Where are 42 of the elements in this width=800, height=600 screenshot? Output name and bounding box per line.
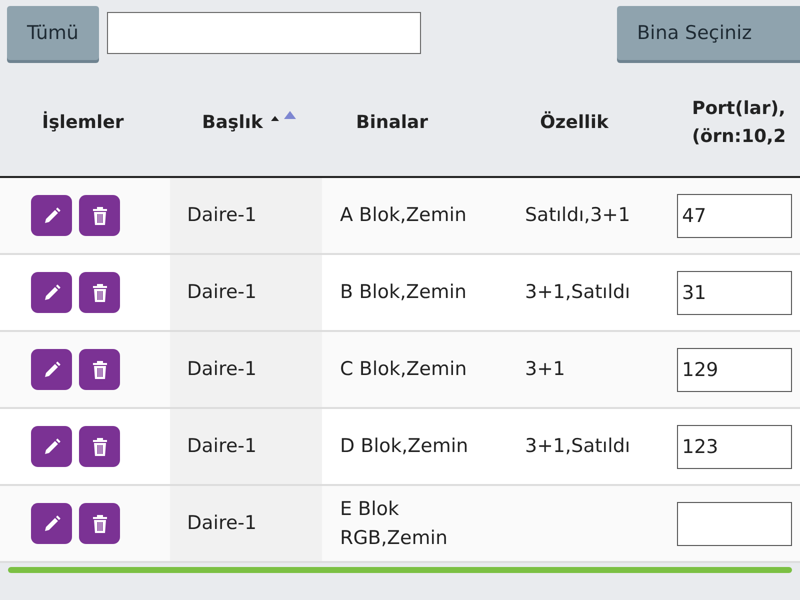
delete-button[interactable] — [79, 426, 120, 467]
edit-button[interactable] — [31, 503, 72, 544]
port-input[interactable]: 47 — [677, 194, 792, 238]
table-cell-text: Daire-1 — [187, 280, 257, 306]
search-field[interactable] — [106, 12, 421, 54]
delete-button[interactable] — [79, 503, 120, 544]
table-cell-text: D Blok,Zemin — [340, 434, 468, 460]
table-cell-text: Satıldı,3+1 — [525, 203, 630, 228]
table-cell-text: 3+1,Satıldı — [525, 434, 630, 460]
table-cell-text: E Blok RGB,Zemin — [340, 497, 448, 550]
trash-icon — [90, 436, 108, 456]
column-header[interactable]: Başlık — [202, 109, 263, 137]
edit-button[interactable] — [31, 426, 72, 467]
table-cell-text: 3+1 — [525, 357, 566, 382]
table-cell-text: C Blok,Zemin — [340, 357, 467, 382]
port-input[interactable]: 31 — [677, 270, 792, 314]
trash-icon — [90, 282, 108, 302]
port-input[interactable]: 129 — [677, 348, 792, 392]
table-cell-text: Daire-1 — [187, 434, 257, 460]
table-cell-text: A Blok,Zemin — [340, 203, 467, 228]
column-header: Özellik — [540, 110, 608, 136]
table-cell-text: 3+1,Satıldı — [525, 280, 630, 306]
port-input[interactable] — [677, 502, 792, 546]
trash-icon — [90, 360, 108, 380]
table-cell-text: B Blok,Zemin — [340, 280, 467, 306]
delete-button[interactable] — [79, 272, 120, 313]
column-header: Binalar — [356, 111, 428, 136]
delete-button[interactable] — [79, 349, 120, 390]
column-header: İşlemler — [42, 110, 124, 136]
delete-button[interactable] — [79, 195, 120, 236]
edit-button[interactable] — [31, 349, 72, 390]
edit-button[interactable] — [31, 272, 72, 313]
table-cell-text: Daire-1 — [187, 357, 257, 382]
building-select-button[interactable]: Bina Seçiniz — [617, 6, 800, 60]
port-input[interactable]: 123 — [677, 424, 792, 468]
edit-button[interactable] — [31, 195, 72, 236]
column-header: Port(lar), (örn:10,2 — [692, 97, 786, 149]
trash-icon — [90, 514, 108, 534]
trash-icon — [90, 206, 108, 226]
all-button[interactable]: Tümü — [7, 6, 99, 60]
table-cell-text: Daire-1 — [187, 511, 257, 536]
table-cell-text: Daire-1 — [187, 203, 257, 228]
